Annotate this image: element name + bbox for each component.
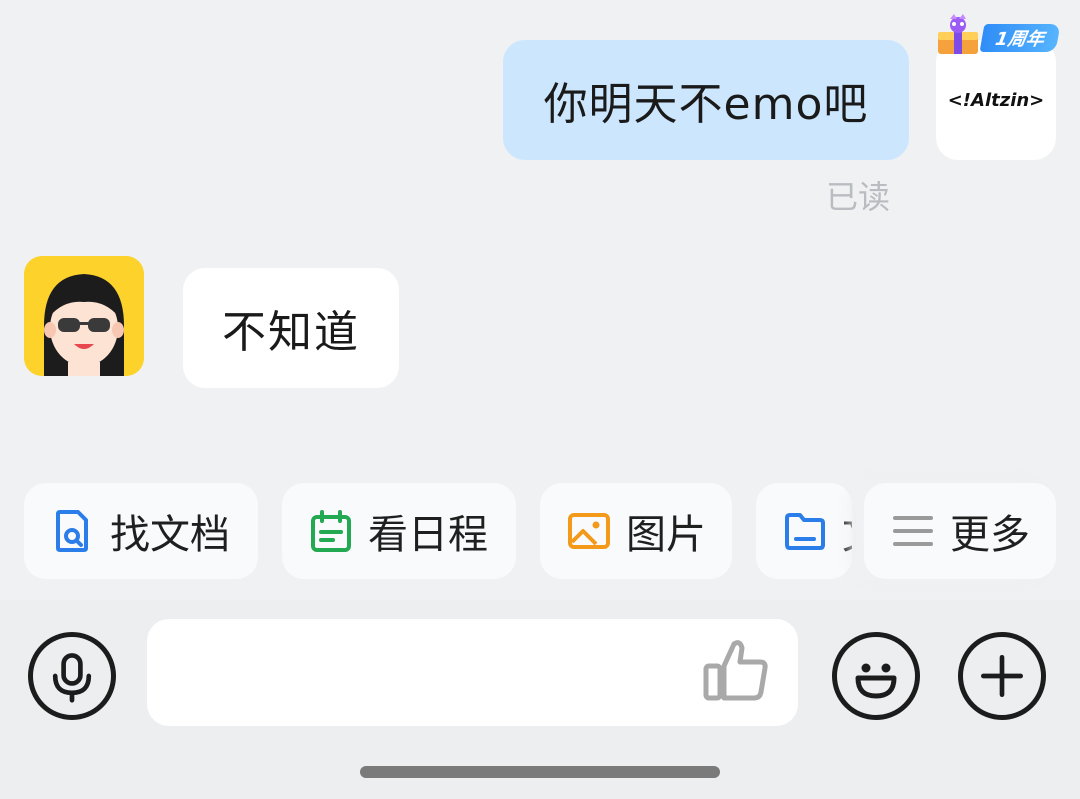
cartoon-face-sunglasses-icon <box>44 274 124 376</box>
anniversary-badge: 1周年 <box>979 24 1061 52</box>
quick-action-image[interactable]: 图片 <box>540 483 732 579</box>
smiley-icon <box>855 663 897 699</box>
quick-action-label: 图片 <box>626 512 706 558</box>
peer-avatar[interactable] <box>24 256 144 376</box>
quick-action-more[interactable]: 更多 <box>864 483 1056 579</box>
quick-action-label: 更多 <box>950 512 1030 558</box>
voice-input-button[interactable] <box>28 632 116 720</box>
self-avatar-text: <!Altzin> <box>947 89 1045 111</box>
doc-search-icon <box>50 508 96 554</box>
image-icon <box>566 508 612 554</box>
quick-action-file[interactable]: 文件 <box>756 483 852 579</box>
more-functions-button[interactable] <box>958 632 1046 720</box>
incoming-message-bubble[interactable]: 不知道 <box>183 268 399 388</box>
menu-lines-icon <box>890 508 936 554</box>
outgoing-message-bubble[interactable]: 你明天不emo吧 <box>503 40 909 160</box>
quick-action-label: 看日程 <box>368 512 488 558</box>
quick-action-schedule[interactable]: 看日程 <box>282 483 516 579</box>
quick-action-label: 找文档 <box>110 512 230 558</box>
quick-action-bar: 找文档 看日程 图片 更多 <box>0 483 1080 579</box>
incoming-message-text: 不知道 <box>222 307 360 358</box>
outgoing-message-text: 你明天不emo吧 <box>543 79 869 130</box>
anniversary-badge-text: 1周年 <box>993 29 1046 50</box>
calendar-icon <box>308 508 354 554</box>
thumbs-up-icon[interactable] <box>700 636 772 704</box>
quick-action-find-doc[interactable]: 找文档 <box>24 483 258 579</box>
home-indicator[interactable] <box>360 766 720 778</box>
plus-icon <box>981 655 1023 697</box>
microphone-icon <box>52 653 92 703</box>
quick-action-label: 文件 <box>842 502 852 560</box>
folder-icon <box>782 508 828 554</box>
emoji-button[interactable] <box>832 632 920 720</box>
read-status: 已读 <box>826 178 891 216</box>
